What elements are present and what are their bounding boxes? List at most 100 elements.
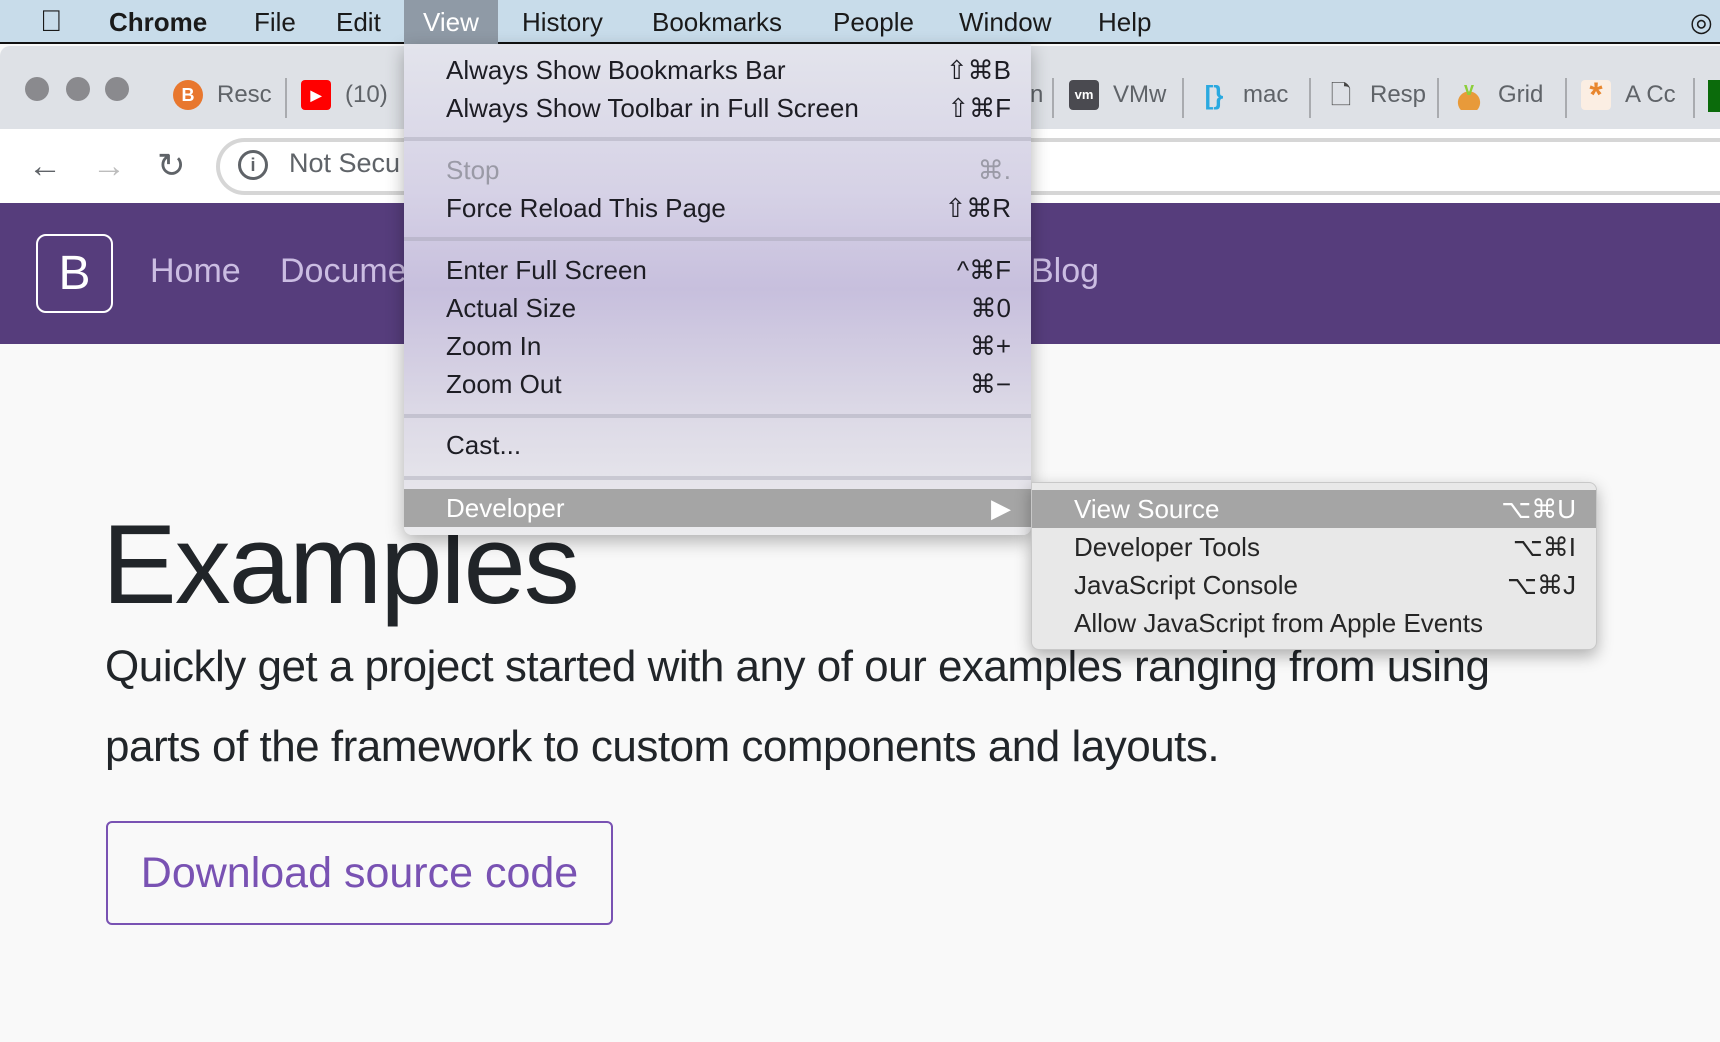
menu-separator	[404, 237, 1031, 241]
shortcut: ⌘0	[970, 293, 1011, 323]
label: Enter Full Screen	[446, 255, 647, 285]
developer-submenu: View Source ⌥⌘U Developer Tools ⌥⌘I JavaSc…	[1031, 482, 1597, 650]
bootstrap-logo[interactable]: B	[36, 234, 113, 313]
tab-divider	[1309, 78, 1311, 118]
label: Developer Tools	[1074, 532, 1260, 562]
asterisk-icon: *	[1581, 78, 1611, 112]
reload-button[interactable]: ↻	[157, 146, 186, 186]
label: Always Show Bookmarks Bar	[446, 55, 786, 85]
tab[interactable]: vm VMw	[1069, 78, 1166, 112]
tab-title: VMw	[1113, 81, 1167, 108]
info-icon[interactable]: i	[238, 150, 268, 180]
menu-item-enter-full-screen[interactable]: Enter Full Screen ^⌘F	[404, 251, 1031, 289]
nav-home[interactable]: Home	[150, 252, 241, 291]
tab-title: Grid	[1498, 81, 1544, 108]
submenu-arrow-icon: ▶	[991, 493, 1011, 523]
nav-blog[interactable]: Blog	[1031, 252, 1099, 291]
tab-divider	[1182, 78, 1184, 118]
menu-chrome[interactable]: Chrome	[109, 0, 207, 44]
view-menu: Always Show Bookmarks Bar ⇧⌘B Always Show…	[404, 44, 1031, 535]
minimize-window-button[interactable]	[66, 77, 90, 101]
document-icon: 🗋	[1330, 80, 1352, 110]
menu-item-zoom-out[interactable]: Zoom Out ⌘−	[404, 365, 1031, 403]
label: Actual Size	[446, 293, 577, 323]
menu-history[interactable]: History	[522, 0, 603, 44]
back-button[interactable]: ←	[28, 146, 62, 186]
brackets-icon: [}	[1204, 80, 1224, 110]
menu-item-force-reload[interactable]: Force Reload This Page ⇧⌘R	[404, 189, 1031, 227]
vmware-icon: vm	[1069, 80, 1099, 110]
menu-view[interactable]: View	[404, 0, 498, 44]
sprout-icon: v	[1454, 80, 1484, 110]
tab[interactable]: 🗋 Resp	[1326, 78, 1426, 112]
tab-divider	[1693, 78, 1695, 118]
label: JavaScript Console	[1074, 570, 1298, 600]
label: Developer	[446, 493, 565, 523]
menu-item-always-show-bookmarks-bar[interactable]: Always Show Bookmarks Bar ⇧⌘B	[404, 51, 1031, 89]
tab-divider	[1052, 78, 1054, 118]
menu-item-javascript-console[interactable]: JavaScript Console ⌥⌘J	[1032, 566, 1596, 604]
menu-item-zoom-in[interactable]: Zoom In ⌘+	[404, 327, 1031, 365]
menu-item-always-show-toolbar[interactable]: Always Show Toolbar in Full Screen ⇧⌘F	[404, 89, 1031, 127]
menu-item-developer-tools[interactable]: Developer Tools ⌥⌘I	[1032, 528, 1596, 566]
menu-item-developer[interactable]: Developer ▶	[404, 489, 1031, 527]
youtube-icon: ▶	[301, 80, 331, 110]
tab-title: Resc	[217, 81, 272, 108]
menu-item-allow-javascript-apple-events[interactable]: Allow JavaScript from Apple Events	[1032, 604, 1596, 642]
menu-item-stop: Stop ⌘.	[404, 151, 1031, 189]
tab-divider	[1565, 78, 1567, 118]
macos-menu-bar:  Chrome File Edit View History Bookmark…	[0, 0, 1720, 44]
tab-divider	[285, 78, 287, 118]
label: Cast...	[446, 430, 522, 460]
menu-item-cast[interactable]: Cast...	[404, 426, 1031, 464]
shortcut: ⌘−	[969, 369, 1011, 399]
label: Zoom In	[446, 331, 542, 361]
label: Allow JavaScript from Apple Events	[1074, 608, 1483, 638]
tab-title: mac	[1243, 81, 1289, 108]
nav-documentation[interactable]: Docume	[280, 252, 407, 291]
maximize-window-button[interactable]	[105, 77, 129, 101]
menu-item-view-source[interactable]: View Source ⌥⌘U	[1032, 490, 1596, 528]
menu-help[interactable]: Help	[1098, 0, 1151, 44]
shortcut: ^⌘F	[956, 255, 1011, 285]
tab-title: Resp	[1370, 81, 1427, 108]
menu-window[interactable]: Window	[959, 0, 1051, 44]
menu-separator	[404, 476, 1031, 480]
menu-edit[interactable]: Edit	[336, 0, 381, 44]
tab[interactable]: * A Cc	[1581, 78, 1676, 112]
lead-text-line: parts of the framework to custom compone…	[105, 722, 1220, 771]
label: Force Reload This Page	[446, 193, 726, 223]
shortcut: ⌥⌘U	[1501, 494, 1576, 524]
shortcut: ⌘.	[977, 155, 1011, 185]
shortcut: ⌥⌘I	[1512, 532, 1576, 562]
label: View Source	[1074, 494, 1220, 524]
menu-item-actual-size[interactable]: Actual Size ⌘0	[404, 289, 1031, 327]
creative-cloud-icon[interactable]: ◎	[1690, 0, 1713, 44]
download-source-button[interactable]: Download source code	[106, 821, 613, 925]
label: Zoom Out	[446, 369, 562, 399]
tab[interactable]: v Grid	[1454, 78, 1543, 112]
security-status: Not Secu	[289, 148, 401, 178]
bootstrap-icon: B	[173, 80, 203, 110]
tab-title: (10)	[345, 81, 388, 108]
close-window-button[interactable]	[25, 77, 49, 101]
menu-file[interactable]: File	[254, 0, 296, 44]
tab[interactable]: ▶ (10)	[301, 78, 388, 112]
shortcut: ⇧⌘B	[945, 55, 1011, 85]
apple-icon[interactable]: 	[40, 0, 63, 44]
tab-title: A Cc	[1625, 81, 1676, 108]
menu-bookmarks[interactable]: Bookmarks	[652, 0, 782, 44]
tab-divider	[1437, 78, 1439, 118]
shortcut: ⇧⌘F	[947, 93, 1011, 123]
tab[interactable]: n	[1030, 78, 1043, 112]
shortcut: ⌘+	[969, 331, 1011, 361]
label: Always Show Toolbar in Full Screen	[446, 93, 859, 123]
tab[interactable]: [} mac	[1199, 78, 1289, 112]
menu-separator	[404, 137, 1031, 141]
tab-favicon[interactable]	[1708, 80, 1720, 112]
forward-button[interactable]: →	[92, 146, 126, 186]
menu-separator	[404, 414, 1031, 418]
menu-people[interactable]: People	[833, 0, 914, 44]
tab[interactable]: B Resc	[173, 78, 272, 112]
label: Stop	[446, 155, 500, 185]
